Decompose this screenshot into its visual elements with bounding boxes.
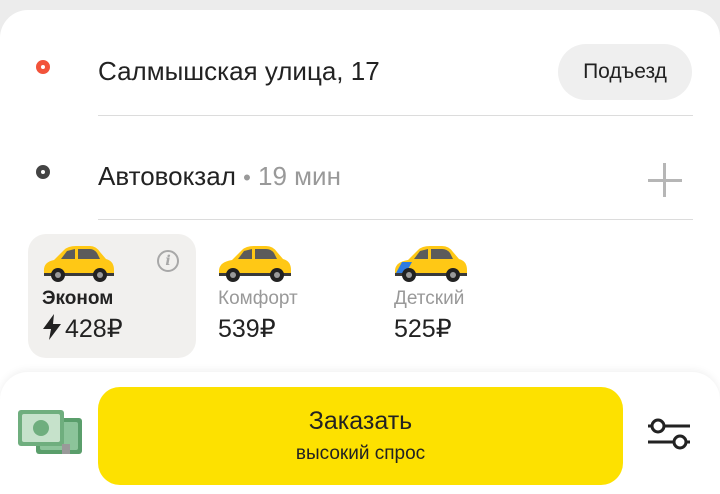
destination-pin-icon <box>36 165 50 179</box>
tariff-name: Эконом <box>42 288 114 309</box>
tariff-name: Комфорт <box>218 288 298 309</box>
cash-icon[interactable] <box>16 408 84 460</box>
separator-dot: • <box>243 165 251 190</box>
tariff-price: 525₽ <box>394 315 452 343</box>
divider <box>98 219 693 220</box>
lightning-icon <box>43 314 61 340</box>
order-button[interactable]: Заказать высокий спрос <box>98 387 623 485</box>
travel-time: 19 мин <box>258 161 341 191</box>
tariff-name: Детский <box>394 288 465 309</box>
tariff-price: 539₽ <box>218 315 276 343</box>
origin-pin-icon <box>36 60 50 74</box>
tariff-comfort[interactable]: Комфорт 539₽ <box>204 234 372 358</box>
order-button-sublabel: высокий спрос <box>295 443 426 464</box>
order-button-label: Заказать <box>308 407 413 435</box>
order-panel: Заказать высокий спрос <box>0 372 720 494</box>
plus-icon[interactable] <box>646 161 684 199</box>
divider <box>98 115 693 116</box>
route-from-row[interactable]: Салмышская улица, 17 Подъезд <box>0 22 720 122</box>
sliders-icon[interactable] <box>644 416 694 452</box>
info-icon[interactable]: i <box>157 250 179 272</box>
entrance-button[interactable]: Подъезд <box>558 44 692 100</box>
tariff-child[interactable]: Детский 525₽ <box>380 234 548 358</box>
tariff-price-value: 428₽ <box>65 315 123 343</box>
tariff-econom[interactable]: i Эконом 428₽ <box>28 234 196 358</box>
destination-address: Автовокзал <box>98 161 236 191</box>
child-car-icon <box>395 246 467 282</box>
comfort-car-icon <box>219 246 291 282</box>
origin-address[interactable]: Салмышская улица, 17 <box>98 56 380 87</box>
tariff-price: 428₽ <box>42 314 123 344</box>
econom-car-icon <box>43 246 114 282</box>
destination-line[interactable]: Автовокзал • 19 мин <box>98 161 341 192</box>
route-to-row[interactable]: Автовокзал • 19 мин <box>0 127 720 227</box>
